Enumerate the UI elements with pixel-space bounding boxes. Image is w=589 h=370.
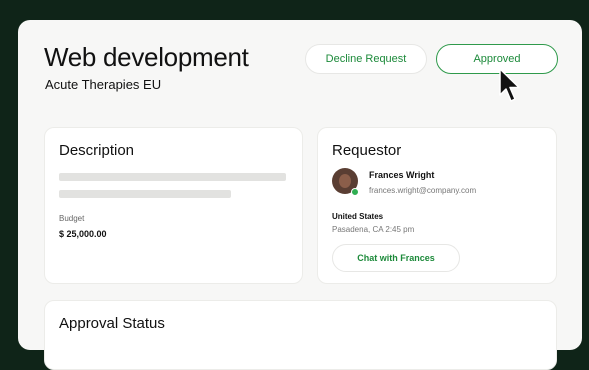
budget-value: $ 25,000.00 [59,229,107,239]
description-placeholder-line [59,190,231,198]
mouse-pointer-icon [499,68,520,102]
approval-status-card: Approval Status [44,300,557,370]
decline-request-button[interactable]: Decline Request [305,44,427,74]
requestor-location: Pasadena, CA 2:45 pm [332,225,415,234]
description-heading: Description [59,142,135,159]
requestor-name: Frances Wright [369,170,435,180]
request-panel: Web development Acute Therapies EU Decli… [18,20,582,370]
description-placeholder-line [59,173,286,181]
requestor-card: Requestor Frances Wright frances.wright@… [317,127,557,284]
approved-button[interactable]: Approved [436,44,558,74]
page-title: Web development [44,42,249,72]
online-status-dot [351,188,359,196]
budget-label: Budget [59,214,85,223]
company-name: Acute Therapies EU [45,77,162,92]
chat-button[interactable]: Chat with Frances [332,244,460,272]
avatar-face [339,174,351,188]
requestor-heading: Requestor [332,142,402,159]
requestor-email: frances.wright@company.com [369,186,477,195]
description-card: Description Budget $ 25,000.00 [44,127,303,284]
requestor-country: United States [332,212,384,221]
approval-status-heading: Approval Status [59,315,165,332]
